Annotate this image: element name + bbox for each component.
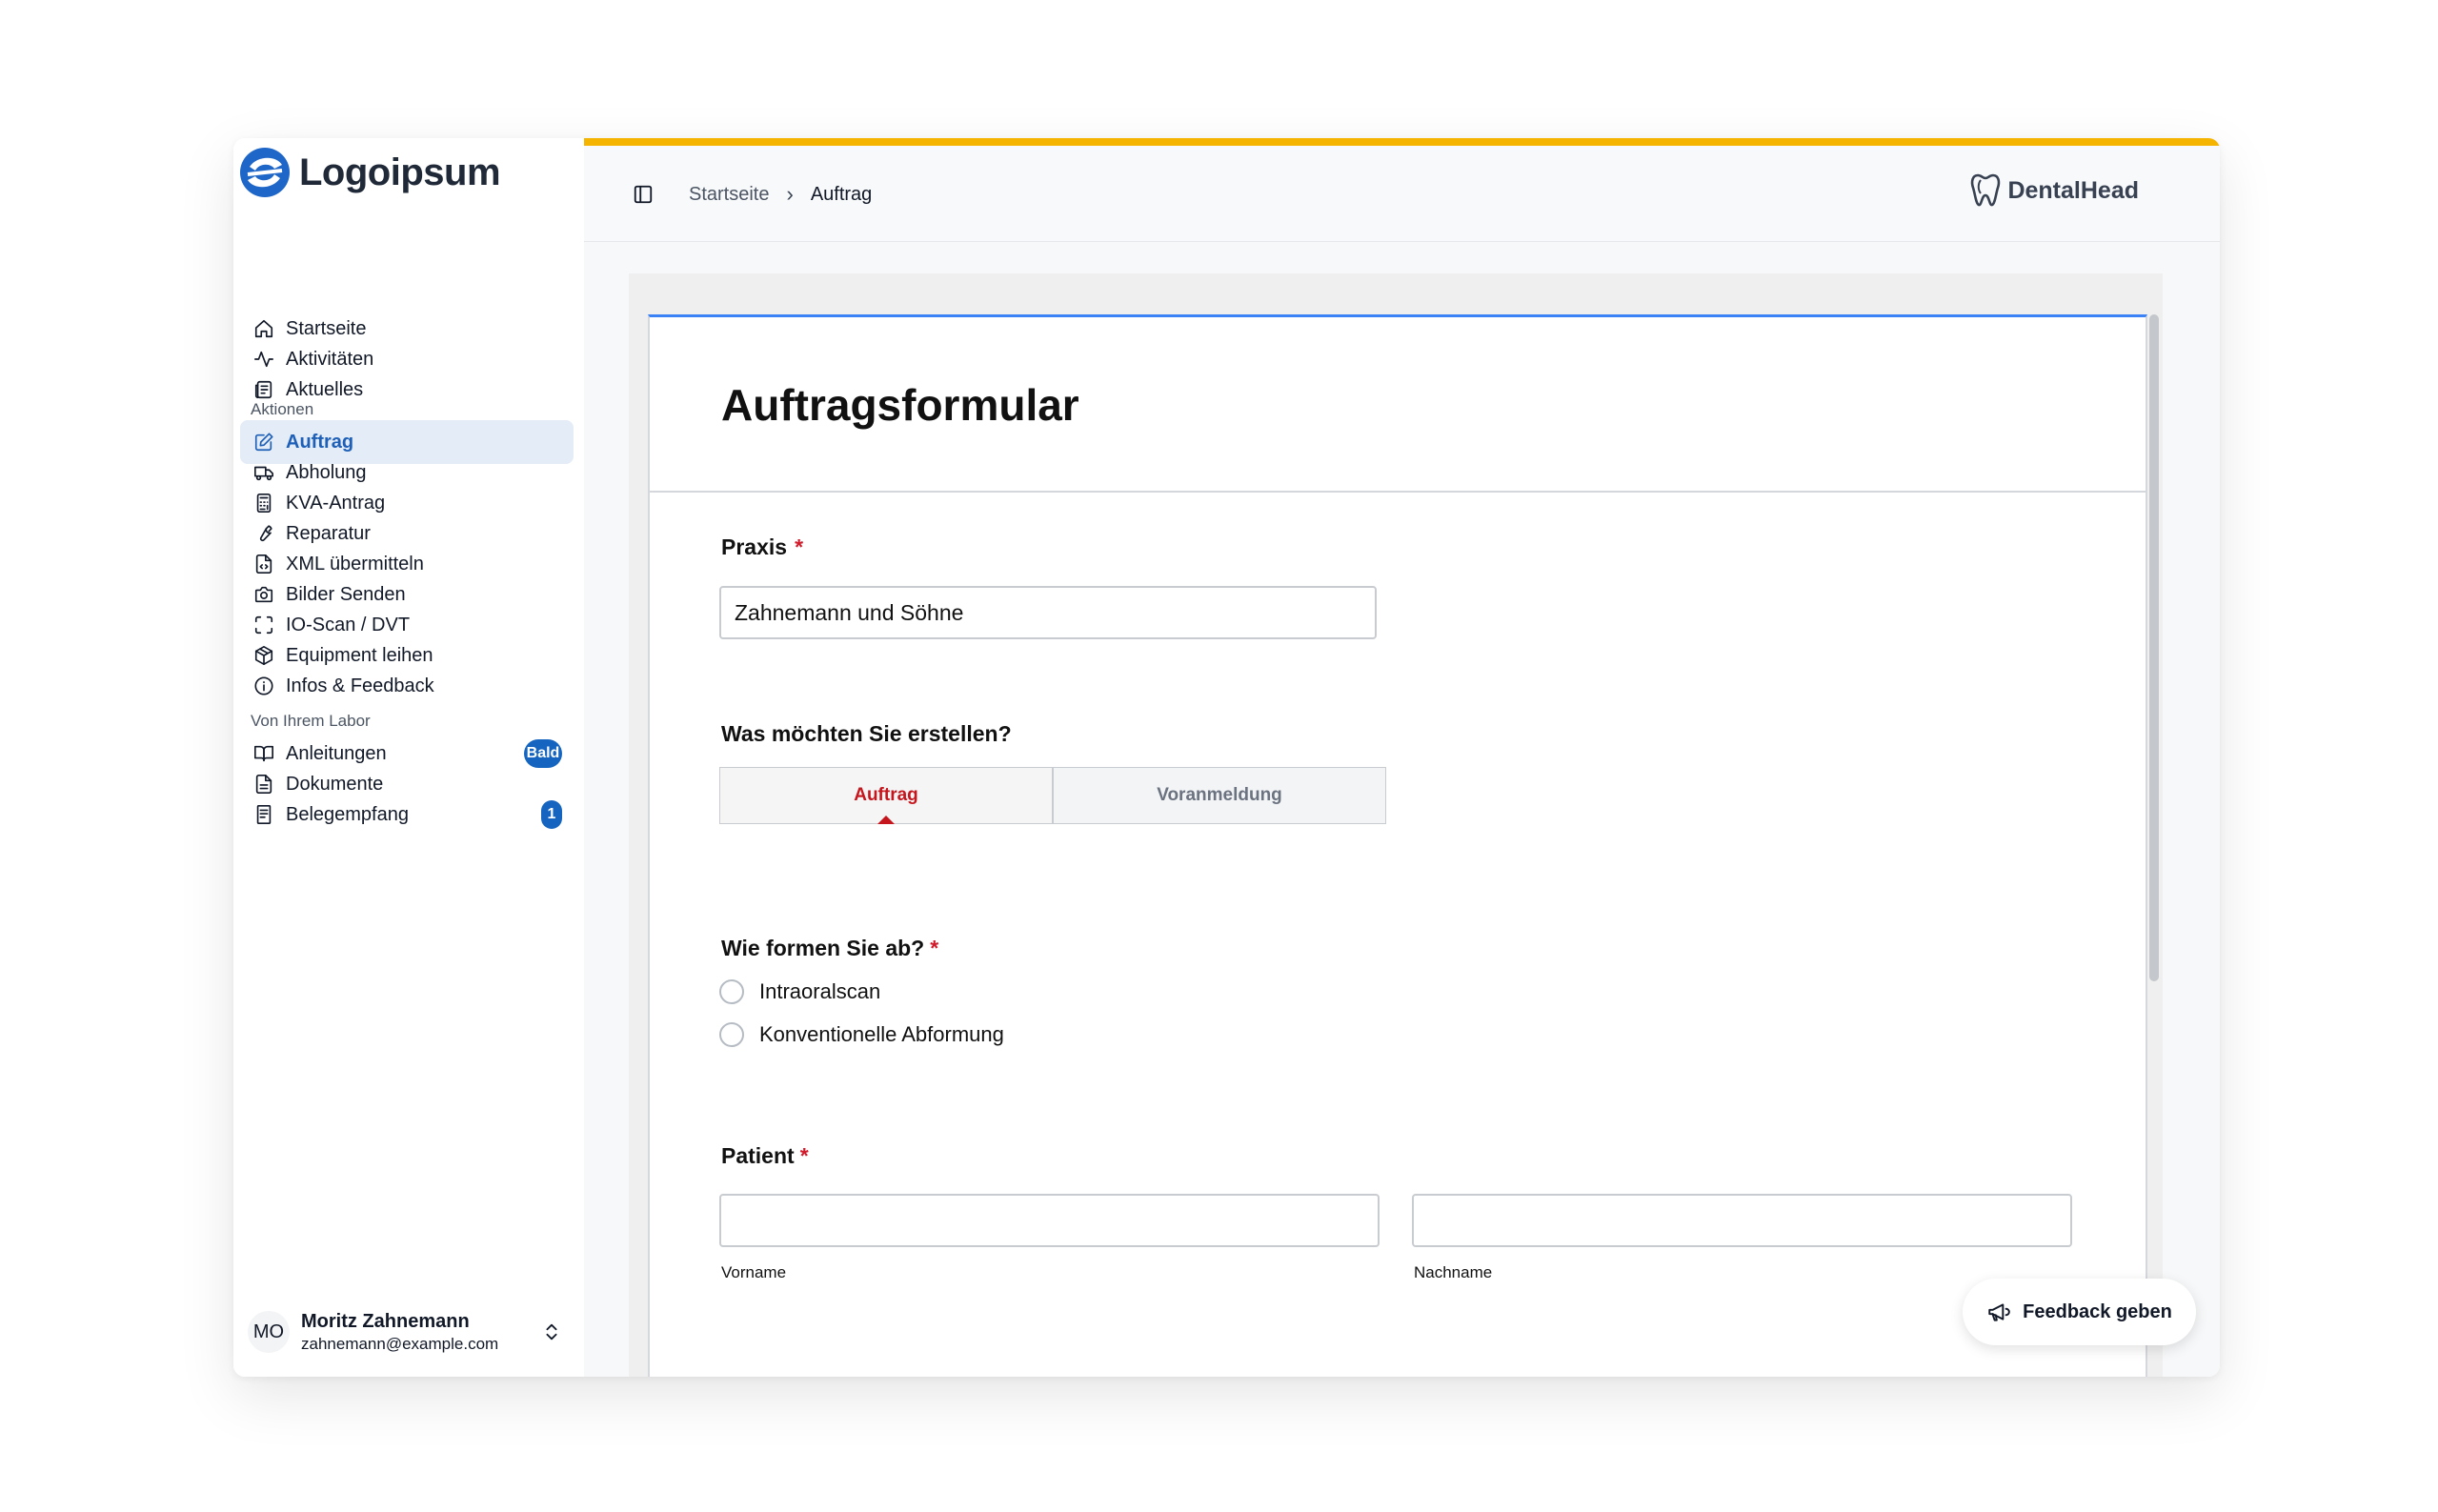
firstname-label: Vorname <box>721 1263 787 1281</box>
sidebar-item-infos-feedback[interactable]: Infos & Feedback <box>240 664 574 708</box>
breadcrumb: Startseite › Auftrag <box>689 182 872 207</box>
form-title: Auftragsformular <box>721 380 1079 430</box>
order-form: Auftragsformular Praxis * Was möchten Sie… <box>648 314 2147 1377</box>
sidebar: Logoipsum Startseite Aktivitäten Aktuell… <box>233 138 585 1377</box>
radio-button[interactable] <box>719 1022 744 1047</box>
logo-text: Logoipsum <box>299 151 501 193</box>
home-icon <box>253 318 274 339</box>
impression-question: Wie formen Sie ab? * <box>721 936 938 961</box>
brand-logo: DentalHead <box>1969 172 2139 209</box>
feedback-button[interactable]: Feedback geben <box>1963 1279 2196 1345</box>
section-label-labor: Von Ihrem Labor <box>251 712 371 730</box>
document-icon <box>253 774 274 795</box>
accent-bar <box>584 138 2220 146</box>
tab-auftrag[interactable]: Auftrag <box>719 767 1053 824</box>
truck-icon <box>253 462 274 483</box>
divider <box>650 491 2146 493</box>
praxis-label: Praxis * <box>721 534 803 560</box>
tab-voranmeldung[interactable]: Voranmeldung <box>1053 767 1386 824</box>
radio-label: Intraoralscan <box>759 979 881 1003</box>
user-email: zahnemann@example.com <box>301 1334 499 1353</box>
sidebar-item-label: Aktuelles <box>286 378 364 400</box>
chevron-up-down-icon[interactable] <box>541 1319 562 1345</box>
breadcrumb-current: Auftrag <box>810 183 873 205</box>
receipt-icon <box>253 804 274 825</box>
user-menu[interactable]: MO Moritz Zahnemann zahnemann@example.co… <box>248 1303 572 1361</box>
app-window: Logoipsum Startseite Aktivitäten Aktuell… <box>233 138 2220 1377</box>
required-mark: * <box>795 534 804 559</box>
sidebar-item-label: Belegempfang <box>286 803 409 825</box>
topbar: Startseite › Auftrag DentalHead <box>584 146 2220 242</box>
scrollbar-thumb[interactable] <box>2149 314 2159 981</box>
lastname-input[interactable] <box>1412 1194 2072 1247</box>
tooth-icon <box>1971 173 2001 207</box>
patient-label-text: Patient <box>721 1143 795 1168</box>
impression-question-text: Wie formen Sie ab? <box>721 936 925 960</box>
create-question: Was möchten Sie erstellen? <box>721 721 1012 746</box>
scan-icon <box>253 615 274 635</box>
sidebar-toggle-icon[interactable] <box>633 184 654 205</box>
calculator-icon <box>253 493 274 514</box>
patient-label: Patient * <box>721 1143 809 1169</box>
file-code-icon <box>253 554 274 575</box>
logo[interactable]: Logoipsum <box>238 146 501 199</box>
activity-icon <box>253 349 274 370</box>
badge-count: 1 <box>541 800 562 829</box>
user-name: Moritz Zahnemann <box>301 1310 470 1332</box>
sidebar-item-label: Infos & Feedback <box>286 675 434 696</box>
edit-icon <box>253 432 274 453</box>
radio-konventionelle-abformung[interactable]: Konventionelle Abformung <box>719 1022 1004 1047</box>
megaphone-icon <box>1988 1303 2010 1321</box>
section-label-aktionen: Aktionen <box>251 400 314 418</box>
user-info: Moritz Zahnemann zahnemann@example.com <box>301 1311 498 1354</box>
praxis-label-text: Praxis <box>721 534 788 559</box>
lastname-label: Nachname <box>1414 1263 1493 1281</box>
breadcrumb-chevron-icon: › <box>786 182 794 206</box>
radio-button[interactable] <box>719 979 744 1004</box>
book-icon <box>253 743 274 764</box>
info-icon <box>253 675 274 696</box>
firstname-input[interactable] <box>719 1194 1380 1247</box>
praxis-input[interactable] <box>719 586 1377 639</box>
package-icon <box>253 645 274 666</box>
newspaper-icon <box>253 379 274 400</box>
main-area: Startseite › Auftrag DentalHead Auftrags… <box>584 138 2220 1377</box>
required-mark: * <box>799 1143 809 1168</box>
radio-label: Konventionelle Abformung <box>759 1022 1004 1046</box>
radio-intraoralscan[interactable]: Intraoralscan <box>719 979 880 1004</box>
brand-name: DentalHead <box>2007 176 2139 204</box>
logo-icon <box>240 148 290 197</box>
breadcrumb-home[interactable]: Startseite <box>689 184 769 206</box>
avatar: MO <box>248 1311 290 1353</box>
sidebar-item-belegempfang[interactable]: Belegempfang 1 <box>240 793 574 837</box>
feedback-label: Feedback geben <box>2023 1300 2172 1322</box>
camera-icon <box>253 584 274 605</box>
wrench-icon <box>253 523 274 544</box>
required-mark: * <box>930 936 939 960</box>
